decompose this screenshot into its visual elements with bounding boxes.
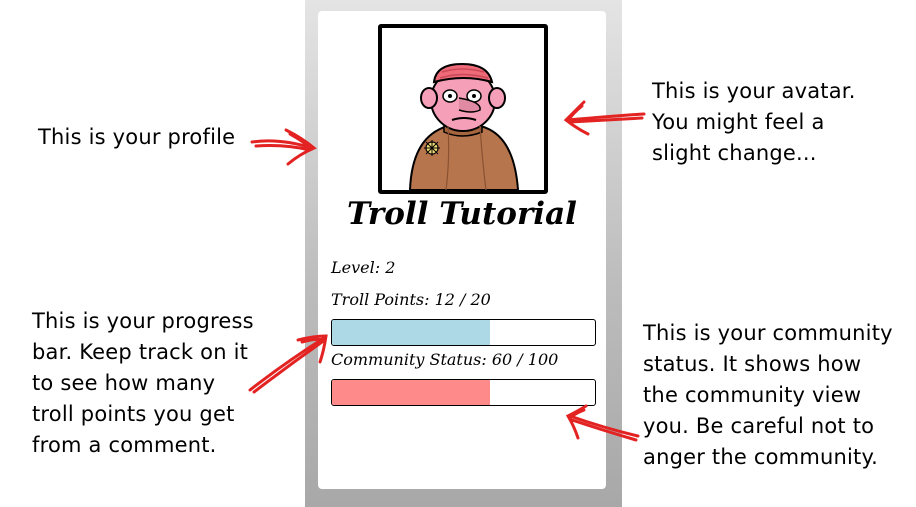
community-status-bar bbox=[331, 379, 596, 406]
annotation-line: anger the community. bbox=[643, 445, 878, 469]
annotation-line: slight change... bbox=[652, 141, 817, 165]
troll-avatar-icon bbox=[408, 62, 520, 190]
arrow-to-profile-icon bbox=[250, 128, 317, 166]
annotation-line: bar. Keep track on it bbox=[32, 340, 249, 364]
annotation-line: you. Be careful not to bbox=[643, 414, 875, 438]
arrow-to-avatar-icon bbox=[563, 100, 646, 136]
troll-points-progress-bar bbox=[331, 319, 596, 346]
annotation-line: This is your profile bbox=[38, 125, 236, 149]
profile-annotation: This is your profile bbox=[38, 122, 235, 153]
avatar-annotation: This is your avatar. You might feel a sl… bbox=[652, 76, 856, 169]
annotation-line: from a comment. bbox=[32, 433, 217, 457]
progress-annotation: This is your progress bar. Keep track on… bbox=[32, 306, 254, 461]
level-label: Level: 2 bbox=[331, 258, 396, 277]
troll-points-progress-fill bbox=[332, 320, 490, 345]
annotation-line: This is your progress bbox=[32, 309, 254, 333]
community-status-fill bbox=[332, 380, 490, 405]
avatar-frame bbox=[378, 24, 548, 194]
annotation-line: You might feel a bbox=[652, 110, 825, 134]
annotation-line: status. It shows how bbox=[643, 352, 862, 376]
annotation-line: troll points you get bbox=[32, 402, 235, 426]
arrow-to-community-bar-icon bbox=[565, 404, 640, 442]
arrow-to-progress-bar-icon bbox=[248, 334, 328, 394]
troll-points-label: Troll Points: 12 / 20 bbox=[331, 290, 491, 309]
profile-name: Troll Tutorial bbox=[347, 196, 577, 232]
community-annotation: This is your community status. It shows … bbox=[643, 318, 893, 473]
annotation-line: to see how many bbox=[32, 371, 216, 395]
annotation-line: This is your community bbox=[643, 321, 893, 345]
community-status-label: Community Status: 60 / 100 bbox=[331, 350, 559, 369]
annotation-line: the community view bbox=[643, 383, 862, 407]
annotation-line: This is your avatar. bbox=[652, 79, 856, 103]
